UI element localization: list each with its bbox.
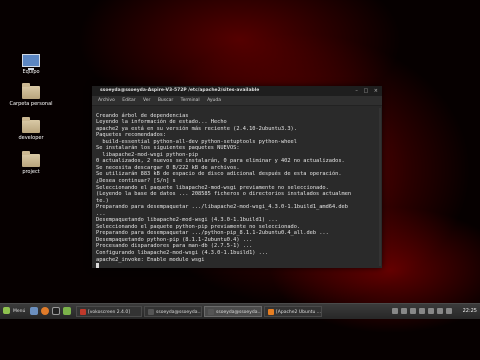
terminal-line: (Leyendo la base de datos ... 208585 fic…	[96, 191, 352, 198]
task-label: ssoeyda@ssoeyda...	[156, 310, 202, 315]
window-controls: – □ ×	[351, 86, 378, 96]
terminal-menubar: Archivo Editar Ver Buscar Terminal Ayuda	[92, 96, 382, 106]
desktop-icon-label: project	[22, 169, 40, 175]
task-label: ssoeyda@ssoeyda...	[216, 310, 262, 315]
menu-archivo[interactable]: Archivo	[98, 98, 115, 103]
terminal-cursor-line	[96, 263, 378, 268]
folder-icon	[22, 83, 40, 99]
terminal-icon[interactable]	[52, 307, 60, 315]
wifi-icon[interactable]	[428, 308, 434, 314]
network-icon[interactable]	[392, 308, 398, 314]
browser-icon	[268, 309, 274, 315]
menu-button[interactable]: Menú	[3, 306, 25, 317]
bluetooth-icon[interactable]	[437, 308, 443, 314]
terminal-titlebar[interactable]: ssoeyda@ssoeyda-Aspire-V3-572P /etc/apac…	[92, 86, 382, 96]
vokoscreen-icon	[80, 309, 86, 315]
taskbar-task-browser[interactable]: [Apache2 Ubuntu ...	[264, 306, 322, 317]
menu-button-label: Menú	[13, 309, 26, 314]
menu-editar[interactable]: Editar	[122, 98, 135, 103]
maximize-icon[interactable]: □	[363, 88, 368, 94]
desktop-icon-project[interactable]: project	[5, 151, 57, 175]
terminal-output[interactable]: Creando árbol de dependencias Leyendo la …	[92, 106, 382, 268]
minimize-icon[interactable]: –	[355, 88, 358, 94]
menu-ver[interactable]: Ver	[143, 98, 150, 103]
close-icon[interactable]: ×	[374, 88, 378, 94]
battery-icon[interactable]	[419, 308, 425, 314]
desktop-icon-label: Carpeta personal	[9, 101, 53, 107]
menu-ayuda[interactable]: Ayuda	[207, 98, 221, 103]
desktop-icon-developer[interactable]: developer	[5, 117, 57, 141]
taskbar-task-terminal-1[interactable]: ssoeyda@ssoeyda...	[144, 306, 202, 317]
desktop-icon-carpeta-personal[interactable]: Carpeta personal	[5, 83, 57, 107]
folder-icon	[22, 117, 40, 133]
mint-menu-icon	[3, 307, 10, 314]
firefox-icon[interactable]	[41, 307, 49, 315]
taskbar-task-terminal-2[interactable]: ssoeyda@ssoeyda...	[204, 306, 262, 317]
taskbar: Menú [vokoscreen 2.4.0] ssoeyda@ssoeyda.…	[0, 303, 480, 319]
menu-terminal[interactable]: Terminal	[181, 98, 200, 103]
terminal-scrollbar[interactable]	[379, 108, 381, 266]
update-icon[interactable]	[446, 308, 452, 314]
terminal-window[interactable]: ssoeyda@ssoeyda-Aspire-V3-572P /etc/apac…	[92, 86, 382, 268]
terminal-line: 0 actualizados, 2 nuevos se instalarán, …	[96, 158, 345, 165]
files-icon[interactable]	[63, 307, 71, 315]
menu-buscar[interactable]: Buscar	[158, 98, 173, 103]
terminal-line: Preparando para desempaquetar .../libapa…	[96, 204, 348, 211]
task-label: [vokoscreen 2.4.0]	[88, 310, 130, 315]
terminal-icon	[148, 309, 154, 315]
taskbar-task-vokoscreen[interactable]: [vokoscreen 2.4.0]	[76, 306, 142, 317]
clock[interactable]: 22:25	[463, 304, 477, 319]
text-cursor	[96, 263, 99, 268]
task-label: [Apache2 Ubuntu ...	[276, 310, 322, 315]
folder-icon	[22, 151, 40, 167]
show-desktop-icon[interactable]	[30, 307, 38, 315]
desktop-icon-label: developer	[18, 135, 44, 141]
shield-icon[interactable]	[410, 308, 416, 314]
window-title: ssoeyda@ssoeyda-Aspire-V3-572P /etc/apac…	[100, 88, 260, 93]
desktop-icon-equipo[interactable]: Equipo	[5, 54, 57, 75]
volume-icon[interactable]	[401, 308, 407, 314]
computer-icon	[22, 54, 40, 70]
terminal-icon	[208, 309, 214, 315]
